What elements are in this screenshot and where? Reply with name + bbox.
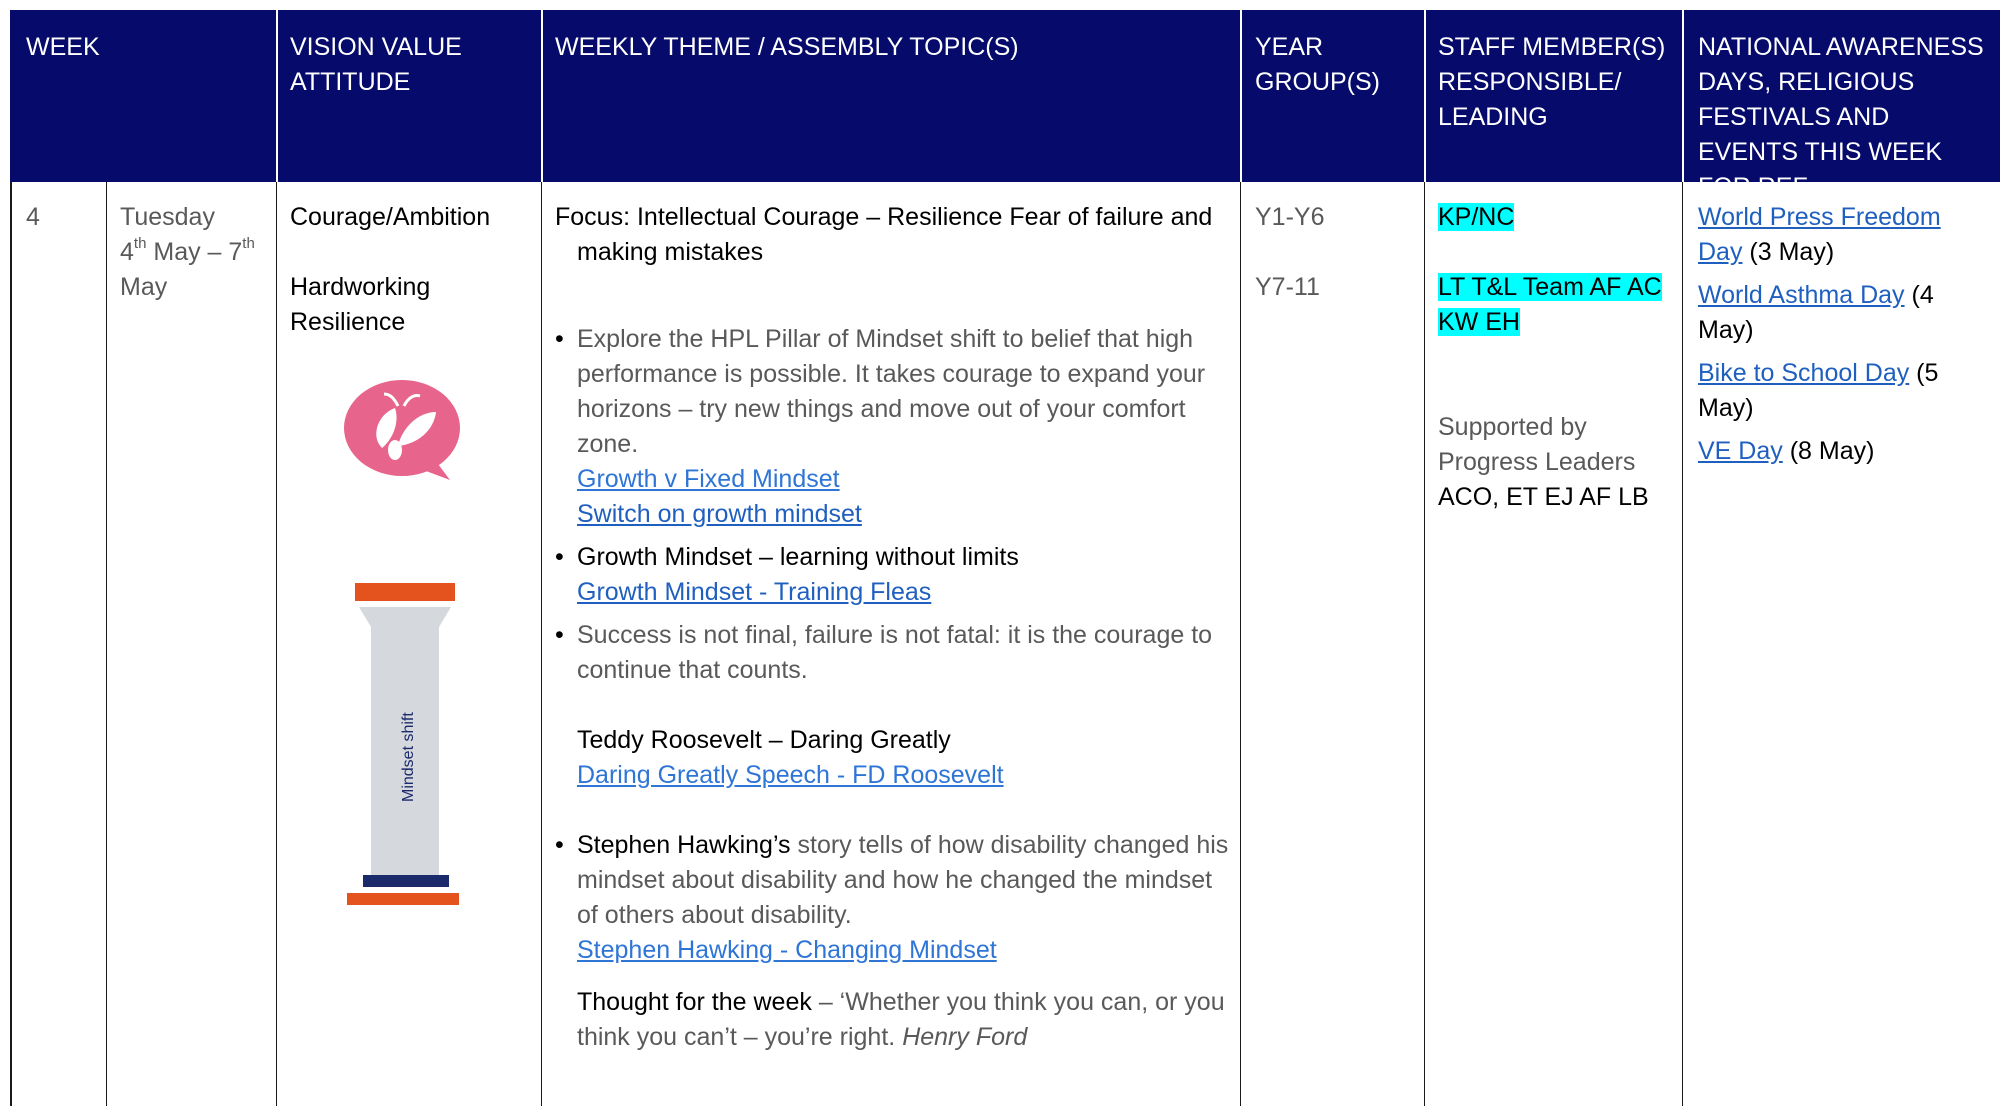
header-staff: STAFF MEMBER(S) RESPONSIBLE/ LEADING [1438, 33, 1666, 131]
header-year-groups: YEAR GROUP(S) [1255, 33, 1380, 96]
roosevelt-heading: Teddy Roosevelt – Daring Greatly [577, 726, 951, 754]
staff-names: ACO, ET EJ AF LB [1438, 483, 1649, 511]
staff-secondary: LT T&L Team AF AC KW EH [1438, 273, 1662, 336]
header-divider [1424, 10, 1426, 182]
event-link[interactable]: World Asthma Day [1698, 281, 1905, 309]
vision-line-hardworking: Hardworking [290, 273, 431, 301]
weekly-plan-table: WEEK VISION VALUE ATTITUDE WEEKLY THEME … [10, 10, 2000, 1106]
vision-values: Courage/Ambition Hardworking Resilience [290, 200, 530, 340]
date-day: Tuesday [120, 203, 215, 231]
bee-logo-icon [344, 380, 460, 480]
date-end-suffix: th [242, 235, 255, 252]
vision-line-resilience: Resilience [290, 308, 406, 336]
hawking-link[interactable]: Stephen Hawking - Changing Mindset [577, 936, 997, 964]
header-divider [541, 10, 543, 182]
theme-bullet: Growth Mindset – learning without limits… [555, 540, 1230, 610]
year-group-secondary: Y7-11 [1255, 273, 1320, 301]
pillar-label: Mindset shift [400, 712, 417, 802]
header-divider [1240, 10, 1242, 182]
event-item: World Asthma Day (4 May) [1698, 281, 1934, 344]
theme-bullet-list: Explore the HPL Pillar of Mindset shift … [555, 322, 1230, 688]
column-divider [1424, 182, 1425, 1106]
event-item: World Press Freedom Day (3 May) [1698, 203, 1941, 266]
staff-primary: KP/NC [1438, 203, 1515, 231]
hawking-list: Stephen Hawking’s story tells of how dis… [555, 828, 1230, 968]
date-range: 4th May – 7th [120, 235, 270, 270]
training-fleas-link[interactable]: Growth Mindset - Training Fleas [577, 578, 931, 606]
week-dates: Tuesday 4th May – 7th May [120, 200, 270, 305]
column-divider [106, 182, 107, 1106]
header-vision: VISION VALUE ATTITUDE [290, 33, 462, 96]
header-divider [276, 10, 278, 182]
event-item: VE Day (8 May) [1698, 437, 1875, 465]
year-groups: Y1-Y6 Y7-11 [1255, 200, 1415, 305]
switch-on-growth-link[interactable]: Switch on growth mindset [577, 500, 862, 528]
date-range-middle: May – 7 [146, 238, 243, 266]
theme-bullet: Success is not final, failure is not fat… [555, 618, 1230, 688]
theme-bullet: Stephen Hawking’s story tells of how dis… [555, 828, 1230, 968]
date-start-day: 4 [120, 238, 134, 266]
table-header: WEEK VISION VALUE ATTITUDE WEEKLY THEME … [10, 10, 2000, 201]
growth-vs-fixed-link[interactable]: Growth v Fixed Mindset [577, 465, 840, 493]
pillar-icon: Mindset shift [347, 583, 459, 905]
awareness-days: World Press Freedom Day (3 May) World As… [1698, 200, 1990, 469]
event-link[interactable]: Bike to School Day [1698, 359, 1909, 387]
staff-responsible: KP/NC LT T&L Team AF AC KW EH Supported … [1438, 200, 1678, 515]
column-divider [1240, 182, 1241, 1106]
date-end-month: May [120, 273, 168, 301]
thought-for-week: Thought for the week – ‘Whether you thin… [577, 988, 1225, 1051]
column-divider [10, 182, 12, 1106]
column-divider [276, 182, 277, 1106]
theme-focus: Focus: Intellectual Courage – Resilience… [555, 203, 1213, 266]
event-link[interactable]: VE Day [1698, 437, 1783, 465]
header-divider [1682, 10, 1684, 182]
year-group-primary: Y1-Y6 [1255, 203, 1325, 231]
header-theme: WEEKLY THEME / ASSEMBLY TOPIC(S) [555, 33, 1019, 61]
daring-greatly-link[interactable]: Daring Greatly Speech - FD Roosevelt [577, 761, 1004, 789]
header-week: WEEK [26, 33, 100, 61]
theme-bullet: Explore the HPL Pillar of Mindset shift … [555, 322, 1230, 532]
weekly-theme: Focus: Intellectual Courage – Resilience… [555, 200, 1230, 1055]
staff-supported-by: Supported by Progress Leaders [1438, 413, 1636, 476]
date-start-suffix: th [133, 235, 147, 252]
vision-line-courage: Courage/Ambition [290, 203, 491, 231]
week-number: 4 [26, 203, 40, 231]
header-national-days: NATIONAL AWARENESS DAYS, RELIGIOUS FESTI… [1698, 33, 1984, 201]
column-divider [541, 182, 542, 1106]
event-item: Bike to School Day (5 May) [1698, 359, 1939, 422]
roosevelt-link-row: Daring Greatly Speech - FD Roosevelt [555, 758, 1230, 793]
column-divider [1682, 182, 1683, 1106]
